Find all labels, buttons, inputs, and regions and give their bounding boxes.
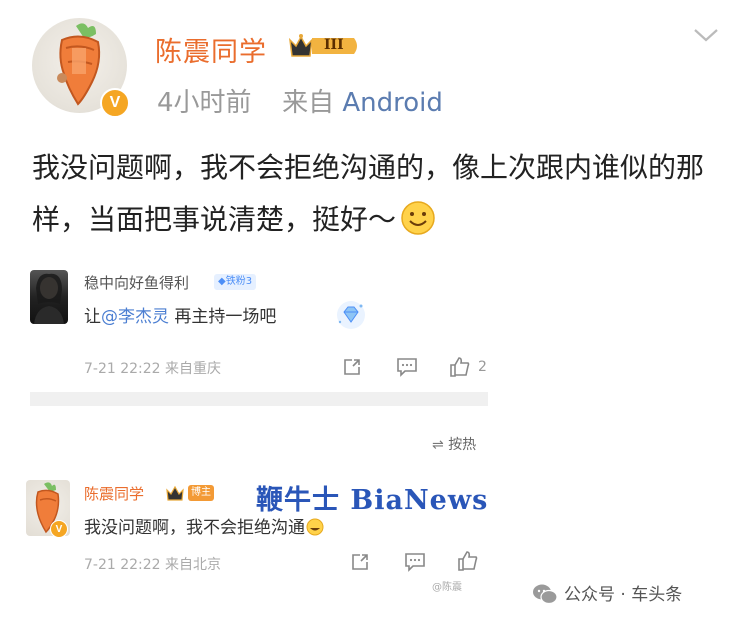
mention-link[interactable]: @李杰灵 [101, 307, 169, 327]
verified-badge-icon: V [100, 88, 130, 118]
commenter-portrait-icon [34, 273, 64, 324]
commenter-avatar[interactable] [30, 270, 68, 324]
post-meta: 4小时前 来自 Android [157, 82, 443, 119]
like-count: 2 [478, 359, 487, 375]
comment-time-text: 7-21 22:22 [84, 361, 161, 377]
post-time: 4小时前 [157, 88, 252, 118]
wechat-icon [533, 584, 558, 605]
reply-time: 7-21 22:22 来自北京 [84, 554, 221, 574]
share-icon[interactable] [342, 357, 362, 381]
level-badge-text: III [324, 37, 344, 53]
comment-location: 来自重庆 [165, 361, 222, 377]
diamond-emoji-icon [334, 300, 368, 334]
post-body: 我没问题啊，我不会拒绝沟通的，像上次跟内谁似的那样，当面把事说清楚，挺好～ [32, 142, 722, 246]
smile-emoji-icon [401, 201, 435, 235]
weibo-watermark: @陈震 [432, 582, 462, 593]
reply-share-icon[interactable] [350, 552, 370, 576]
comment-text: 让@李杰灵 再主持一场吧 [84, 302, 276, 327]
reply-text-content: 我没问题啊，我不会拒绝沟通 [84, 518, 305, 538]
comment-time: 7-21 22:22 来自重庆 [84, 358, 221, 378]
bianews-watermark: 鞭牛士 BiaNews [256, 485, 489, 516]
post-source-link[interactable]: Android [342, 88, 443, 118]
verified-badge-small-icon: V [50, 520, 68, 538]
sort-icon: ⇌ [432, 437, 444, 453]
comment-text-suffix: 再主持一场吧 [169, 307, 277, 327]
reply-author-name[interactable]: 陈震同学 [84, 483, 144, 504]
section-divider [30, 392, 488, 406]
post-body-text: 我没问题啊，我不会拒绝沟通的，像上次跟内谁似的那样，当面把事说清楚，挺好～ [32, 151, 705, 236]
sort-by-hot-button[interactable]: ⇌ 按热 [432, 434, 476, 454]
reply-time-text: 7-21 22:22 [84, 557, 161, 573]
post-author-name[interactable]: 陈震同学 [155, 30, 267, 69]
reply-location: 来自北京 [165, 557, 222, 573]
reply-comment-icon[interactable] [404, 552, 426, 576]
laughing-emoji-icon [306, 518, 324, 536]
sort-label-text: 按热 [448, 437, 477, 453]
fan-level-badge: ◆铁粉3 [214, 274, 257, 290]
like-icon[interactable] [449, 356, 471, 382]
reply-text: 我没问题啊，我不会拒绝沟通 [84, 513, 325, 538]
comment-icon[interactable] [396, 357, 418, 381]
level-crown-badge[interactable]: III [288, 32, 362, 64]
post-source-prefix: 来自 [282, 88, 335, 118]
blogger-badge: 博主 [188, 485, 214, 501]
reply-like-icon[interactable] [457, 550, 479, 576]
comment-author-name[interactable]: 稳中向好鱼得利 [84, 272, 189, 293]
more-options-chevron-icon[interactable] [692, 26, 720, 48]
fan-badge-label: 铁粉3 [225, 276, 253, 287]
comment-text-prefix: 让 [84, 307, 101, 327]
small-crown-icon [165, 484, 187, 506]
wechat-footer: 公众号 · 车头条 [532, 580, 682, 605]
footer-text: 公众号 · 车头条 [564, 585, 683, 605]
